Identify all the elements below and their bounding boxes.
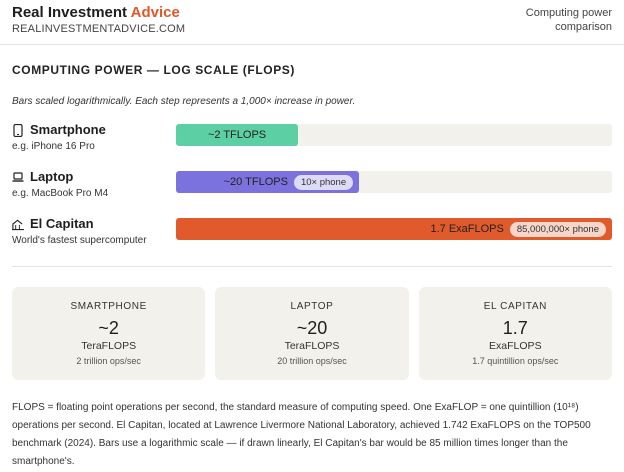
brand-accent: Advice [130,4,180,21]
summary-card-el-capitan: EL CAPITAN 1.7 ExaFLOPS 1.7 quintillion … [418,287,612,380]
card-ops: 20 trillion ops/sec [277,356,347,366]
card-unit: TeraFLOPS [284,340,340,352]
multiplier-pill: 10× phone [293,174,354,190]
header-divider [0,44,624,45]
card-label: SMARTPHONE [70,301,147,312]
bar-value-label: ~20 TFLOPS [223,176,288,188]
row-sub: e.g. iPhone 16 Pro [12,141,95,152]
bar-track: ~20 TFLOPS 10× phone [176,171,612,193]
card-label: LAPTOP [290,301,334,312]
building-icon [12,217,24,231]
bar-track: ~2 TFLOPS [176,124,612,146]
bar-value-label: ~2 TFLOPS [207,129,267,141]
summary-card-smartphone: SMARTPHONE ~2 TeraFLOPS 2 trillion ops/s… [12,287,206,380]
summary-cards: SMARTPHONE ~2 TeraFLOPS 2 trillion ops/s… [12,287,612,380]
card-ops: 1.7 quintillion ops/sec [472,356,559,366]
row-sub: World's fastest supercomputer [12,235,147,246]
section-divider [12,266,612,267]
summary-card-laptop: LAPTOP ~20 TeraFLOPS 20 trillion ops/sec [215,287,409,380]
bar-value-label: 1.7 ExaFLOPS [430,223,504,235]
card-unit: ExaFLOPS [489,340,542,352]
bar-row-laptop: Laptop e.g. MacBook Pro M4 ~20 TFLOPS 10… [12,169,612,209]
row-sub: e.g. MacBook Pro M4 [12,188,109,199]
card-value: ~2 [98,318,119,338]
bar-el-capitan: 1.7 ExaFLOPS 85,000,000× phone [176,218,612,240]
bar-laptop: ~20 TFLOPS 10× phone [176,171,360,193]
smartphone-icon [12,123,24,137]
header: Real Investment Advice REALINVESTMENTADV… [12,4,612,44]
brand-main: Real Investment [12,4,128,21]
row-label: Smartphone e.g. iPhone 16 Pro [12,122,172,153]
row-name: Smartphone [30,122,106,137]
bar-row-el-capitan: El Capitan World's fastest supercomputer… [12,216,612,256]
card-value: 1.7 [502,318,528,338]
footnote: FLOPS = floating point operations per se… [12,402,591,467]
row-name: El Capitan [30,216,94,231]
card-ops: 2 trillion ops/sec [76,356,141,366]
laptop-icon [12,170,24,184]
section-title: COMPUTING POWER — LOG SCALE (FLOPS) [12,63,295,77]
bar-track: 1.7 ExaFLOPS 85,000,000× phone [176,218,612,240]
header-note: Computing power comparison [525,7,612,33]
card-unit: TeraFLOPS [81,340,137,352]
card-value: ~20 [296,318,328,338]
row-label: El Capitan World's fastest supercomputer [12,216,172,247]
bar-smartphone: ~2 TFLOPS [176,124,299,146]
row-label: Laptop e.g. MacBook Pro M4 [12,169,172,200]
bar-row-smartphone: Smartphone e.g. iPhone 16 Pro ~2 TFLOPS [12,122,612,162]
card-label: EL CAPITAN [483,301,547,312]
multiplier-pill: 85,000,000× phone [509,221,606,237]
row-name: Laptop [30,169,74,184]
chart-subtitle: Bars scaled logarithmically. Each step r… [12,96,356,107]
